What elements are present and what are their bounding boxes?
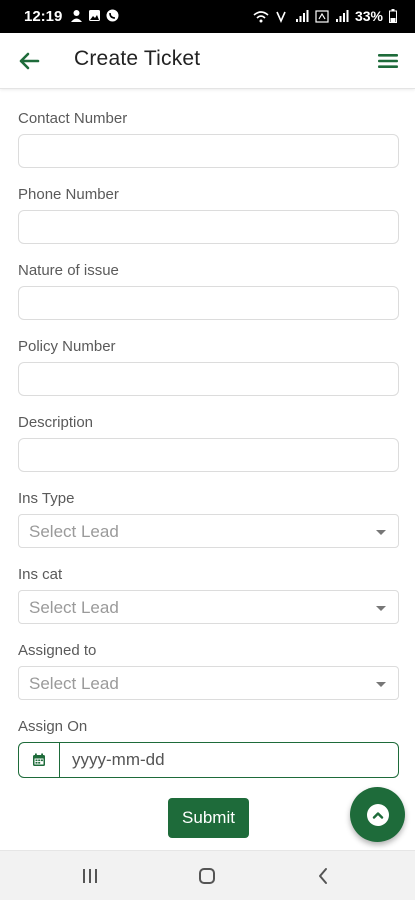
battery-percent: 33%: [354, 8, 383, 24]
calendar-button[interactable]: [18, 742, 60, 778]
policy-number-field: Policy Number: [18, 338, 399, 396]
field-label: Policy Number: [18, 338, 116, 355]
caret-down-icon: [376, 530, 386, 535]
status-time: 12:19: [24, 8, 63, 25]
back-arrow-icon[interactable]: [14, 47, 44, 75]
signal-1-icon: [295, 9, 309, 22]
ins-type-field: Ins Type Select Lead: [18, 490, 399, 548]
description-input[interactable]: [18, 438, 399, 472]
field-label: Ins cat: [18, 566, 63, 583]
select-value: Select Lead: [29, 674, 119, 693]
field-label: Nature of issue: [18, 262, 119, 279]
recents-icon[interactable]: [70, 863, 110, 889]
assigned-to-field: Assigned to Select Lead: [18, 642, 399, 700]
contact-number-input[interactable]: [18, 134, 399, 168]
page-title: Create Ticket: [74, 47, 201, 70]
scroll-top-fab[interactable]: [350, 787, 405, 842]
nature-of-issue-input[interactable]: [18, 286, 399, 320]
date-picker-group: [18, 742, 399, 778]
field-label: Assigned to: [18, 642, 97, 659]
image-notification-icon: [89, 10, 100, 21]
chevron-up-icon: [366, 803, 389, 826]
field-label: Contact Number: [18, 110, 128, 127]
status-bar: 12:19 33%: [0, 0, 415, 33]
network-type-icon: [315, 9, 329, 23]
ins-cat-select[interactable]: Select Lead: [18, 590, 399, 624]
calendar-icon: [33, 753, 45, 766]
caret-down-icon: [376, 606, 386, 611]
assign-on-field: Assign On: [18, 718, 399, 778]
system-nav-bar: [0, 850, 415, 900]
assigned-to-select[interactable]: Select Lead: [18, 666, 399, 700]
whatsapp-notification-icon: [106, 9, 119, 22]
select-value: Select Lead: [29, 598, 119, 617]
home-icon[interactable]: [187, 863, 227, 889]
field-label: Description: [18, 414, 94, 431]
policy-number-input[interactable]: [18, 362, 399, 396]
signal-2-icon: [335, 9, 349, 22]
description-field: Description: [18, 414, 399, 472]
wifi-calling-icon: [253, 10, 269, 22]
contact-number-field: Contact Number: [18, 110, 399, 168]
back-chevron-icon[interactable]: [303, 863, 343, 889]
assign-on-date-input[interactable]: [60, 742, 399, 778]
caret-down-icon: [376, 682, 386, 687]
phone-number-input[interactable]: [18, 210, 399, 244]
person-notification-icon: [71, 10, 82, 22]
nature-of-issue-field: Nature of issue: [18, 262, 399, 320]
phone-number-field: Phone Number: [18, 186, 399, 244]
ins-type-select[interactable]: Select Lead: [18, 514, 399, 548]
battery-icon: [389, 9, 397, 23]
status-right-icons: 33%: [253, 8, 397, 24]
field-label: Ins Type: [18, 490, 75, 507]
hamburger-menu-icon[interactable]: [375, 49, 401, 73]
status-notification-icons: [70, 9, 119, 22]
field-label: Assign On: [18, 718, 88, 735]
ins-cat-field: Ins cat Select Lead: [18, 566, 399, 624]
app-bar: Create Ticket: [0, 33, 415, 89]
select-value: Select Lead: [29, 522, 119, 541]
create-ticket-form: Contact Number Phone Number Nature of is…: [0, 90, 415, 850]
volte-icon: [276, 11, 286, 23]
field-label: Phone Number: [18, 186, 119, 203]
submit-button[interactable]: Submit: [168, 798, 249, 838]
